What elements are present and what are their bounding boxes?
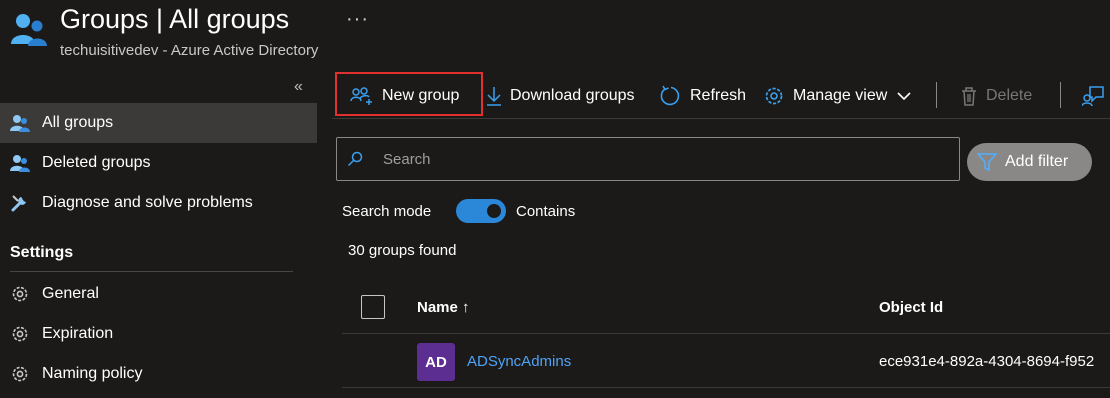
wrench-icon [9,192,31,214]
search-mode-toggle[interactable] [456,199,506,223]
manage-view-button[interactable]: Manage view [763,82,919,110]
sidebar-item-diagnose[interactable]: Diagnose and solve problems [0,183,317,223]
search-icon [347,151,363,167]
search-mode-label: Search mode [342,203,432,220]
groups-icon [9,152,31,174]
group-name-link[interactable]: ADSyncAdmins [467,353,571,370]
sidebar-item-label: Diagnose and solve problems [42,194,253,211]
add-filter-label: Add filter [1005,153,1069,170]
page-subtitle: techuisitivedev - Azure Active Directory [60,42,319,59]
gear-icon [9,323,31,345]
filter-icon [977,152,997,172]
column-header-object-id[interactable]: Object Id [879,299,943,316]
sidebar-item-expiration[interactable]: Expiration [0,314,317,354]
delete-label: Delete [986,87,1033,104]
new-group-button[interactable]: New group [350,82,459,110]
chevron-down-icon [897,91,911,101]
refresh-button[interactable]: Refresh [660,82,746,110]
groups-page-icon [10,10,48,48]
search-mode-value: Contains [516,203,576,220]
add-group-icon [350,86,374,106]
feedback-button[interactable] [1082,82,1110,110]
groups-icon [9,112,31,134]
new-group-label: New group [382,87,460,104]
divider [10,271,293,272]
delete-button[interactable]: Delete [960,82,1032,110]
gear-icon [9,363,31,385]
group-avatar: AD [417,343,455,381]
sidebar-item-naming-policy[interactable]: Naming policy [0,354,317,394]
search-box[interactable] [336,137,960,181]
group-object-id: ece931e4-892a-4304-8694-f952 [879,353,1095,370]
add-filter-button[interactable]: Add filter [967,143,1092,181]
results-count: 30 groups found [348,242,457,259]
column-header-name[interactable]: Name ↑ [417,299,470,316]
sidebar-item-all-groups[interactable]: All groups [0,103,317,143]
gear-icon [763,85,785,107]
search-input[interactable] [381,149,925,169]
feedback-icon [1082,85,1104,107]
download-groups-label: Download groups [510,87,635,104]
sidebar-item-general[interactable]: General [0,274,317,314]
collapse-sidebar-icon[interactable]: « [294,78,303,96]
sidebar-item-label: Expiration [42,325,114,342]
sidebar-item-label: Deleted groups [42,154,151,171]
download-groups-button[interactable]: Download groups [486,82,635,110]
toolbar-separator [1060,82,1061,108]
more-icon[interactable]: ··· [346,8,369,31]
gear-icon [9,283,31,305]
sidebar-item-label: Naming policy [42,365,143,382]
sidebar-item-label: General [42,285,99,302]
table-row-divider [342,387,1110,388]
manage-view-label: Manage view [793,87,888,104]
refresh-icon [660,85,682,107]
select-all-checkbox[interactable] [361,295,385,319]
refresh-label: Refresh [690,87,747,104]
sidebar-item-label: All groups [42,114,114,131]
page-title: Groups | All groups [60,4,290,34]
settings-heading: Settings [10,244,74,261]
toolbar-separator [936,82,937,108]
toggle-knob [487,204,501,218]
toolbar-divider [332,118,1110,119]
trash-icon [960,86,978,106]
download-icon [486,86,502,106]
table-header-divider [342,333,1110,334]
sidebar-item-deleted-groups[interactable]: Deleted groups [0,143,317,183]
